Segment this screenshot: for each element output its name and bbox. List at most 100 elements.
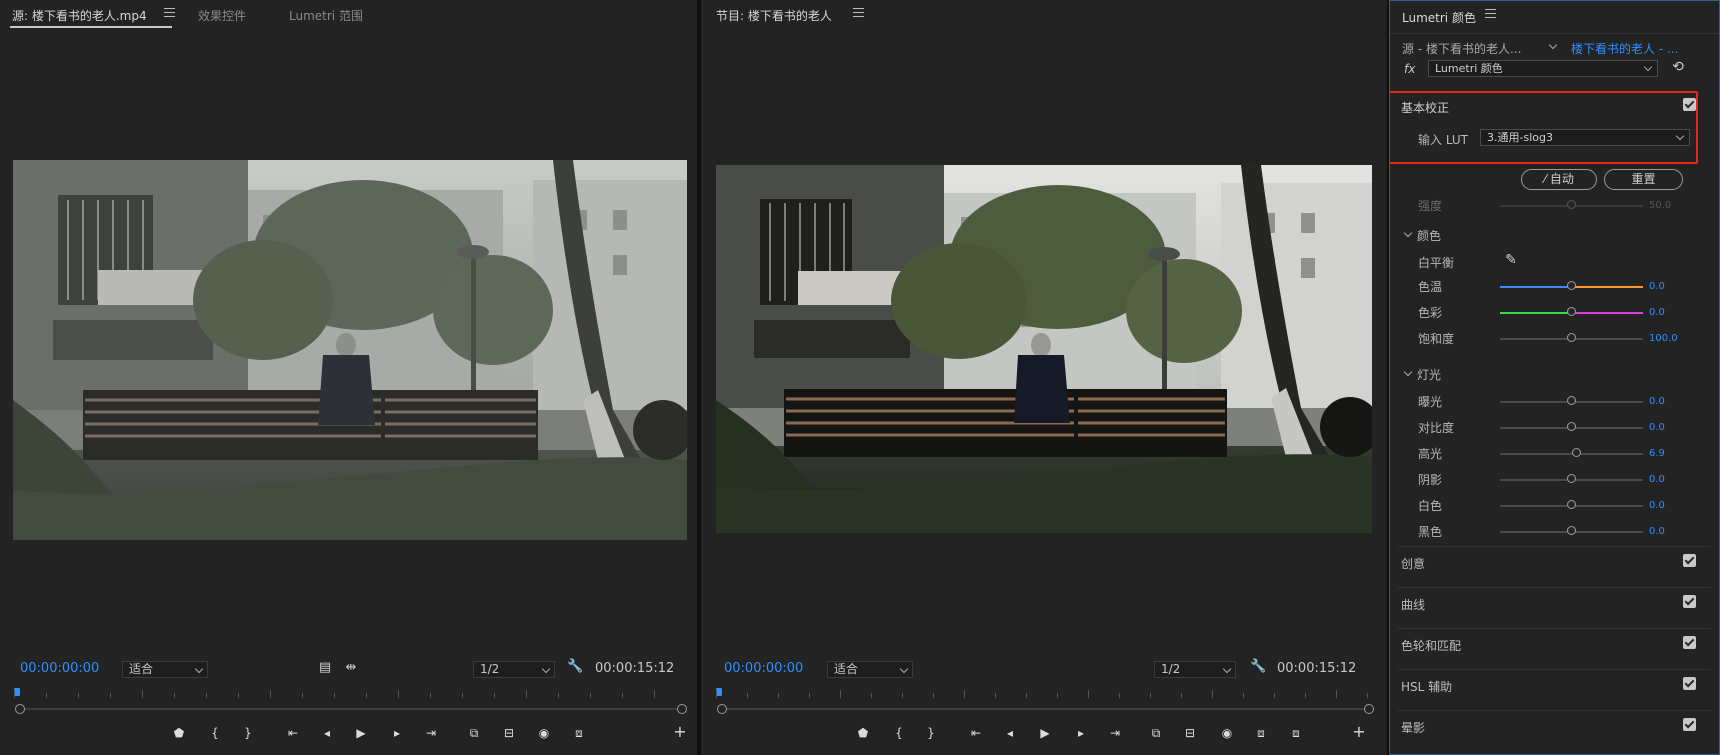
- mark-in-icon[interactable]: {: [206, 726, 224, 740]
- color-section-title[interactable]: 颜色: [1417, 227, 1441, 244]
- panel-menu-icon[interactable]: [164, 8, 175, 17]
- source-video-frame[interactable]: [13, 160, 687, 540]
- light-section-title[interactable]: 灯光: [1417, 366, 1441, 383]
- source-clip-label[interactable]: 源 - 楼下看书的老人...: [1402, 40, 1521, 57]
- section-title[interactable]: 曲线: [1401, 596, 1425, 613]
- program-zoom-start-handle[interactable]: [717, 704, 727, 714]
- reset-button[interactable]: 重置: [1604, 169, 1683, 190]
- source-time-ruler[interactable]: [14, 686, 684, 700]
- auto-button[interactable]: ⁄ 自动: [1521, 169, 1597, 190]
- step-forward-icon[interactable]: ▸: [388, 726, 406, 740]
- slider-value[interactable]: 0.0: [1649, 500, 1665, 511]
- insert-icon[interactable]: ⧉: [465, 726, 483, 740]
- mark-in-icon[interactable]: {: [890, 726, 908, 740]
- slider-knob[interactable]: [1566, 307, 1576, 316]
- drag-audio-video-icon[interactable]: ⇹: [343, 661, 359, 675]
- intensity-slider-knob[interactable]: [1567, 200, 1576, 209]
- program-zoom-track[interactable]: [722, 708, 1369, 710]
- program-resolution-dropdown[interactable]: 1/2: [1154, 661, 1236, 678]
- export-frame-icon[interactable]: ◉: [535, 726, 553, 740]
- slider-knob[interactable]: [1566, 281, 1576, 290]
- play-icon[interactable]: ▶: [1036, 726, 1054, 740]
- slider-knob[interactable]: [1566, 396, 1576, 405]
- overwrite-icon[interactable]: ⊟: [500, 726, 518, 740]
- slider-value[interactable]: 0.0: [1649, 422, 1665, 433]
- play-icon[interactable]: ▶: [352, 726, 370, 740]
- source-fit-dropdown[interactable]: 适合: [122, 661, 208, 678]
- slider-value[interactable]: 0.0: [1649, 281, 1665, 292]
- slider-knob[interactable]: [1566, 500, 1576, 509]
- go-to-in-icon[interactable]: ⇤: [967, 726, 985, 740]
- add-marker-icon[interactable]: ⬟: [854, 726, 872, 740]
- tab-lumetri-scopes[interactable]: Lumetri 范围: [289, 7, 363, 24]
- slider-knob[interactable]: [1566, 422, 1576, 431]
- section-title[interactable]: 创意: [1401, 555, 1425, 572]
- program-current-timecode[interactable]: 00:00:00:00: [724, 661, 803, 676]
- mark-out-icon[interactable]: }: [922, 726, 940, 740]
- button-editor-plus-icon[interactable]: +: [1350, 724, 1368, 740]
- slider-knob[interactable]: [1566, 333, 1576, 342]
- lumetri-panel-title[interactable]: Lumetri 颜色: [1402, 9, 1476, 26]
- go-to-in-icon[interactable]: ⇤: [284, 726, 302, 740]
- program-zoom-end-handle[interactable]: [1364, 704, 1374, 714]
- slider-value[interactable]: 0.0: [1649, 474, 1665, 485]
- program-time-ruler[interactable]: [716, 686, 1376, 700]
- add-marker-icon[interactable]: ⬟: [170, 726, 188, 740]
- section-title[interactable]: 晕影: [1401, 719, 1425, 736]
- slider-value[interactable]: 0.0: [1649, 526, 1665, 537]
- intensity-value[interactable]: 50.0: [1649, 200, 1671, 211]
- slider-value[interactable]: 0.0: [1649, 396, 1665, 407]
- chevron-down-icon[interactable]: [1403, 228, 1413, 238]
- section-enable-checkbox[interactable]: [1683, 677, 1696, 690]
- tab-source[interactable]: 源: 楼下看书的老人.mp4: [12, 7, 147, 24]
- basic-correction-title[interactable]: 基本校正: [1401, 99, 1449, 116]
- lift-icon[interactable]: ⧉: [1147, 726, 1165, 740]
- fx-icon[interactable]: fx: [1404, 62, 1415, 76]
- slider-value[interactable]: 6.9: [1649, 448, 1665, 459]
- source-zoom-track[interactable]: [20, 708, 682, 710]
- input-lut-dropdown[interactable]: 3.通用-slog3: [1480, 129, 1690, 146]
- comparison-view-icon[interactable]: ⧈: [1252, 726, 1270, 740]
- section-title[interactable]: 色轮和匹配: [1401, 637, 1461, 654]
- go-to-out-icon[interactable]: ⇥: [1106, 726, 1124, 740]
- mark-out-icon[interactable]: }: [239, 726, 257, 740]
- go-to-out-icon[interactable]: ⇥: [422, 726, 440, 740]
- program-fit-dropdown[interactable]: 适合: [827, 661, 913, 678]
- section-title[interactable]: HSL 辅助: [1401, 678, 1452, 695]
- section-enable-checkbox[interactable]: [1683, 554, 1696, 567]
- panel-menu-icon[interactable]: [853, 8, 864, 17]
- button-editor-plus-icon[interactable]: +: [671, 724, 689, 740]
- source-resolution-dropdown[interactable]: 1/2: [473, 661, 555, 678]
- tab-effect-controls[interactable]: 效果控件: [198, 7, 246, 24]
- step-back-icon[interactable]: ◂: [1001, 726, 1019, 740]
- slider-knob[interactable]: [1566, 526, 1576, 535]
- source-current-timecode[interactable]: 00:00:00:00: [20, 661, 99, 676]
- wrench-icon[interactable]: 🔧: [567, 660, 583, 674]
- tab-program[interactable]: 节目: 楼下看书的老人: [716, 7, 832, 24]
- slider-value[interactable]: 100.0: [1649, 333, 1678, 344]
- reset-effect-icon[interactable]: ⟲: [1670, 60, 1686, 74]
- slider-value[interactable]: 0.0: [1649, 307, 1665, 318]
- extract-icon[interactable]: ⊟: [1181, 726, 1199, 740]
- chevron-down-icon[interactable]: [1403, 367, 1413, 377]
- export-frame-icon[interactable]: ◉: [1218, 726, 1236, 740]
- section-enable-checkbox[interactable]: [1683, 636, 1696, 649]
- slider-knob[interactable]: [1566, 474, 1576, 483]
- source-zoom-end-handle[interactable]: [677, 704, 687, 714]
- panel-menu-icon[interactable]: [1485, 9, 1496, 18]
- eyedropper-icon[interactable]: ✎: [1504, 253, 1518, 267]
- basic-correction-checkbox[interactable]: [1683, 98, 1696, 111]
- effect-selector-dropdown[interactable]: Lumetri 颜色: [1428, 60, 1658, 77]
- proxy-toggle-icon[interactable]: ⧈: [1287, 726, 1305, 740]
- section-enable-checkbox[interactable]: [1683, 595, 1696, 608]
- chevron-down-icon[interactable]: [1548, 40, 1558, 50]
- target-clip-label[interactable]: 楼下看书的老人 - ...: [1571, 40, 1678, 57]
- program-video-frame[interactable]: [716, 165, 1372, 533]
- step-forward-icon[interactable]: ▸: [1072, 726, 1090, 740]
- wrench-icon[interactable]: 🔧: [1250, 660, 1266, 674]
- source-zoom-start-handle[interactable]: [15, 704, 25, 714]
- compare-view-icon[interactable]: ⧈: [570, 726, 588, 740]
- insert-overlay-icon[interactable]: ▤: [318, 661, 332, 675]
- section-enable-checkbox[interactable]: [1683, 718, 1696, 731]
- step-back-icon[interactable]: ◂: [318, 726, 336, 740]
